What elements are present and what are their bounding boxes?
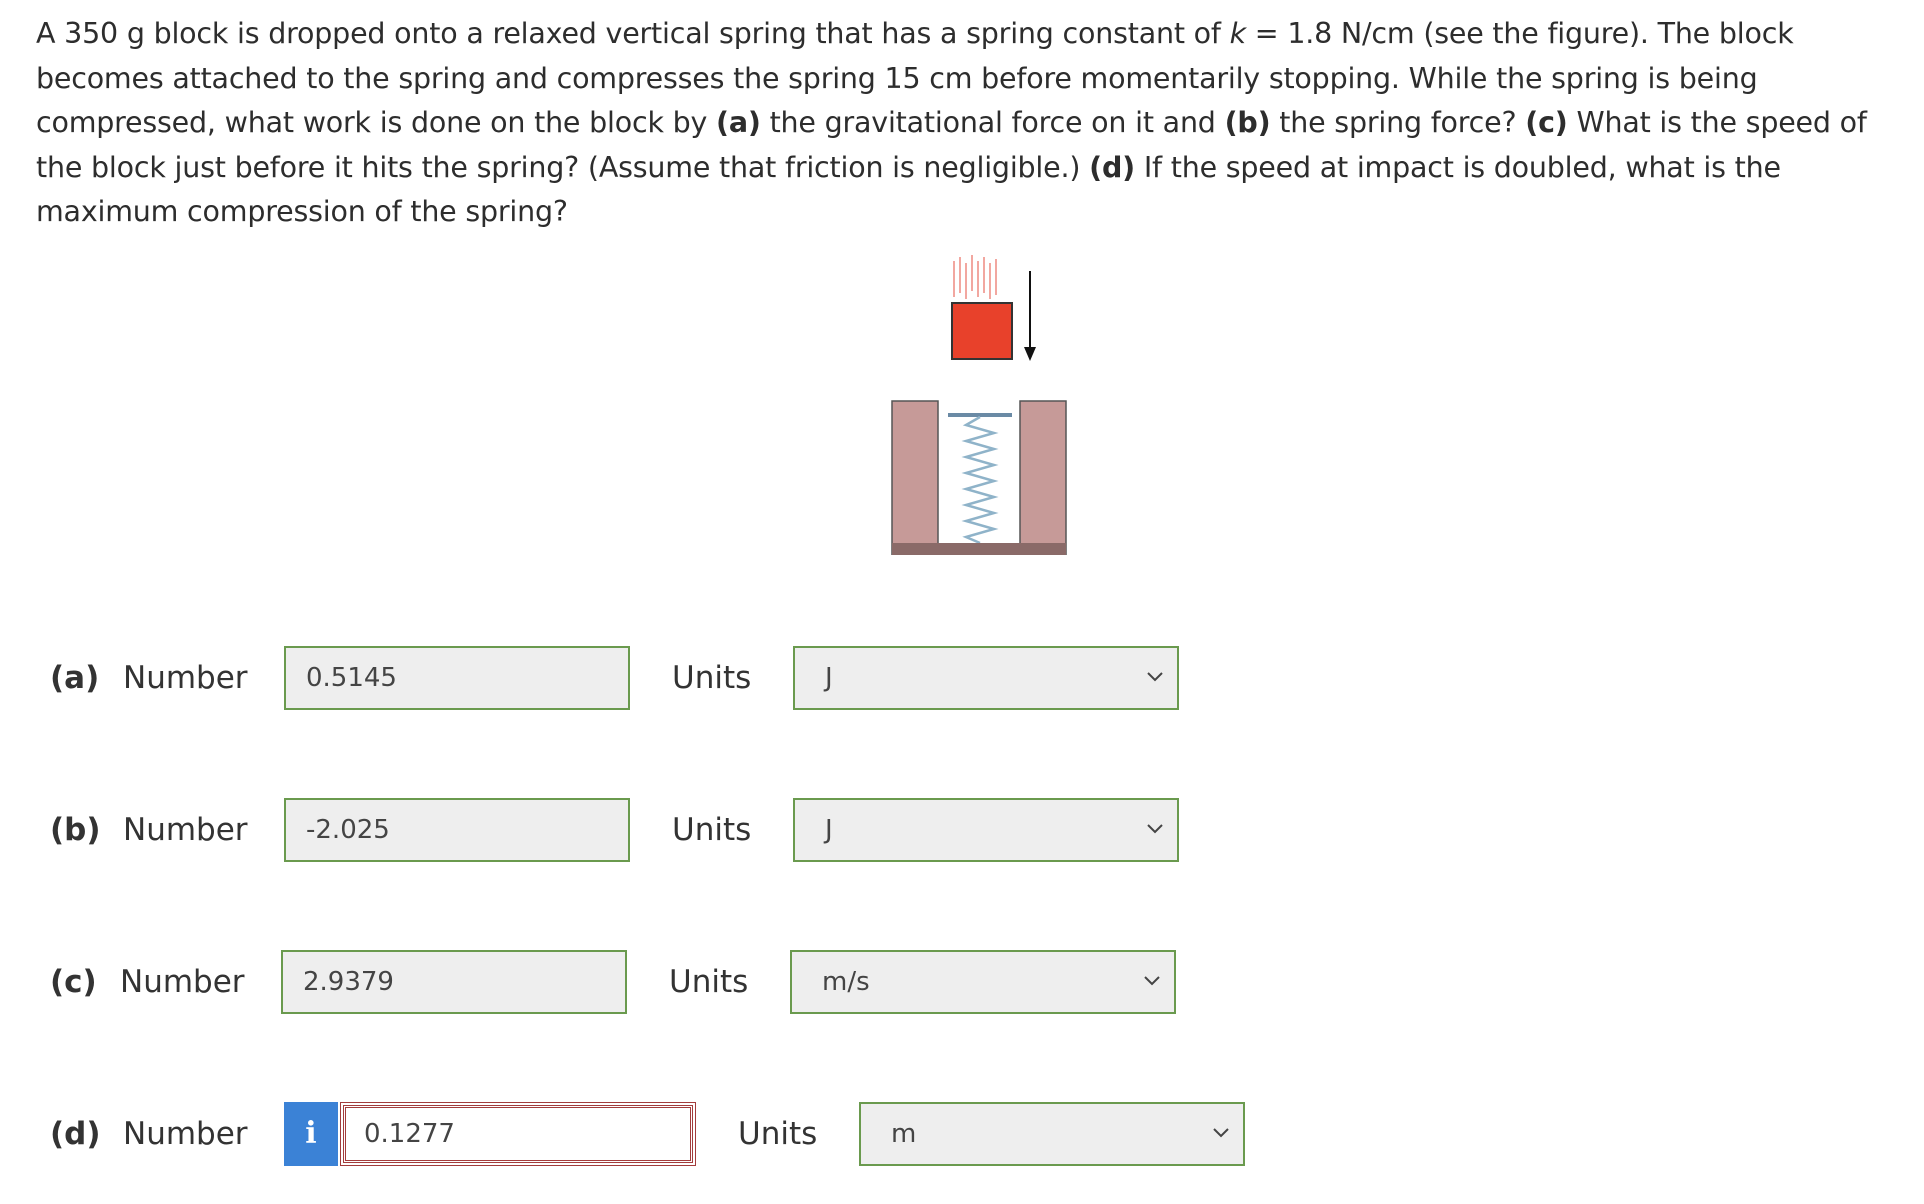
answer-row-b: (b) Number -2.025 Units J [50, 798, 1250, 862]
velocity-arrowhead [1024, 347, 1036, 361]
question-tag-a: (a) [716, 106, 761, 139]
k-symbol: k [1229, 17, 1247, 50]
spring-block-figure [891, 255, 1067, 555]
answer-input-d[interactable]: 0.1277 [340, 1102, 696, 1166]
part-label-d: (d) [50, 1116, 101, 1152]
answer-input-a[interactable]: 0.5145 [284, 646, 630, 710]
units-select-c[interactable]: m/s [790, 950, 1176, 1014]
units-select-value-d: m [891, 1119, 917, 1149]
units-select-b[interactable]: J [793, 798, 1179, 862]
chevron-down-icon [1147, 672, 1163, 682]
number-label-c: Number [120, 964, 245, 1000]
question-tag-b: (b) [1224, 106, 1271, 139]
answer-input-b[interactable]: -2.025 [284, 798, 630, 862]
spring-coil [961, 415, 999, 545]
question-part-4: the spring force? [1270, 106, 1526, 139]
ground [892, 543, 1066, 555]
units-select-d[interactable]: m [859, 1102, 1245, 1166]
question-tag-c: (c) [1525, 106, 1568, 139]
answer-input-c[interactable]: 2.9379 [281, 950, 627, 1014]
units-select-value-b: J [825, 815, 833, 845]
question-part-1: A 350 g block is dropped onto a relaxed … [36, 17, 1230, 50]
right-wall [1019, 400, 1067, 555]
answer-row-a: (a) Number 0.5145 Units J [50, 646, 1250, 710]
question-text: A 350 g block is dropped onto a relaxed … [36, 12, 1886, 235]
units-label-a: Units [672, 660, 752, 696]
chevron-down-icon [1144, 976, 1160, 986]
units-label-d: Units [738, 1116, 818, 1152]
chevron-down-icon [1213, 1128, 1229, 1138]
question-tag-d: (d) [1089, 150, 1135, 184]
units-select-value-c: m/s [822, 967, 870, 997]
answer-row-d: (d) Number i 0.1277 Units m [50, 1102, 1350, 1166]
motion-streaks [953, 255, 997, 299]
part-label-c: (c) [50, 964, 97, 1000]
units-select-value-a: J [825, 663, 833, 693]
number-label-a: Number [123, 660, 248, 696]
falling-block [951, 302, 1013, 360]
answer-row-c: (c) Number 2.9379 Units m/s [50, 950, 1250, 1014]
number-label-b: Number [123, 812, 248, 848]
info-icon[interactable]: i [284, 1102, 338, 1166]
units-label-c: Units [669, 964, 749, 1000]
part-label-a: (a) [50, 660, 100, 696]
part-label-b: (b) [50, 812, 101, 848]
units-select-a[interactable]: J [793, 646, 1179, 710]
left-wall [891, 400, 939, 555]
number-label-d: Number [123, 1116, 248, 1152]
units-label-b: Units [672, 812, 752, 848]
spring-plate [948, 413, 1012, 417]
question-part-3: the gravitational force on it and [760, 106, 1225, 139]
chevron-down-icon [1147, 824, 1163, 834]
